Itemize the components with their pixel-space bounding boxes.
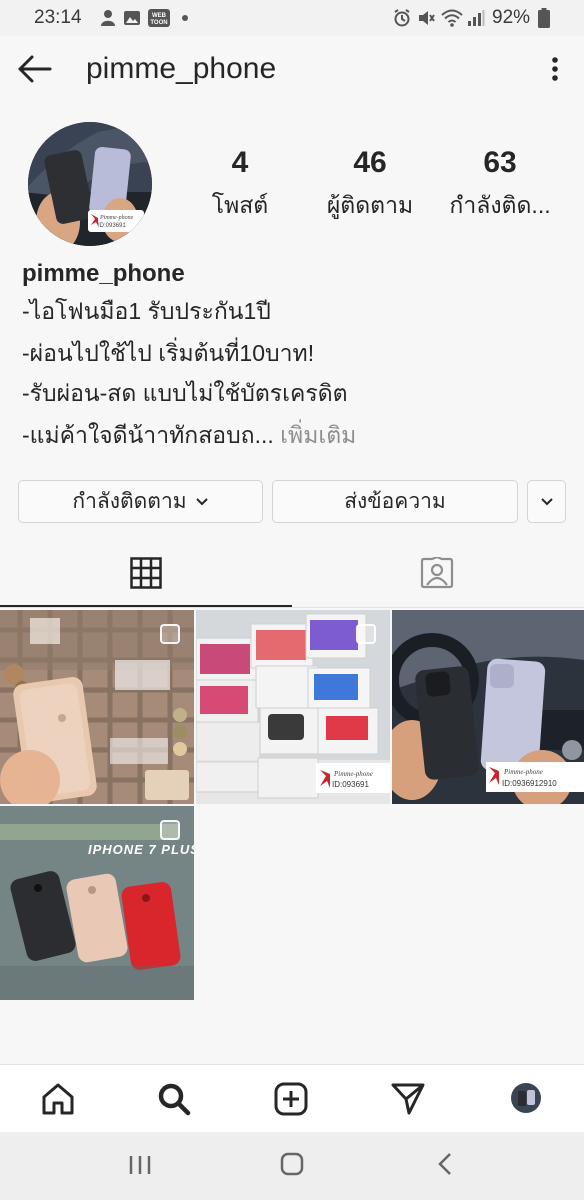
- direct-message-icon[interactable]: [390, 1081, 426, 1117]
- more-options-icon[interactable]: [548, 56, 562, 84]
- svg-text:ID:093691: ID:093691: [98, 223, 126, 229]
- tagged-person-icon: [420, 557, 454, 589]
- profile-avatar-icon[interactable]: [511, 1083, 541, 1113]
- battery-icon: [538, 8, 550, 28]
- profile-header: pimme_phone: [0, 36, 584, 104]
- multi-photo-icon: [160, 624, 180, 644]
- chevron-down-icon: [195, 497, 208, 505]
- svg-text:Pimme-phone: Pimme-phone: [333, 770, 373, 778]
- svg-text:Pimme-phone: Pimme-phone: [503, 768, 543, 776]
- svg-text:TOON: TOON: [150, 20, 167, 26]
- avatar[interactable]: Pimme-phone ID:093691: [28, 122, 152, 246]
- followers-label: ผู้ติดตาม: [326, 192, 414, 218]
- followers-count: 46: [353, 146, 387, 179]
- svg-text:WEB: WEB: [152, 13, 167, 19]
- following-button-label: กำลังติดตาม: [72, 490, 187, 513]
- message-button-label: ส่งข้อความ: [344, 490, 446, 513]
- post4-title: IPHONE 7 PLUS: [88, 842, 194, 857]
- bio-line-truncated: -แม่ค้าใจดีน้าาทักสอบถ...: [22, 422, 274, 448]
- back-arrow-icon[interactable]: [16, 54, 52, 84]
- status-bar: 23:14 WEB TOON 92%: [0, 0, 584, 36]
- search-icon[interactable]: [156, 1081, 192, 1117]
- post-thumbnail[interactable]: [0, 610, 194, 804]
- post3-watermark-id: ID:0936912910: [502, 779, 557, 788]
- dot-icon: [182, 15, 188, 21]
- new-post-icon[interactable]: [273, 1081, 309, 1117]
- post-thumbnail[interactable]: IPHONE 7 PLUS: [0, 806, 194, 1000]
- tab-tagged[interactable]: [292, 540, 584, 606]
- header-username: pimme_phone: [86, 52, 277, 85]
- home-button-icon[interactable]: [280, 1152, 304, 1176]
- signal-icon: [468, 10, 485, 26]
- person-icon: [101, 10, 115, 26]
- system-nav-bar: [0, 1132, 584, 1200]
- bio-more-link[interactable]: เพิ่มเติม: [280, 422, 356, 448]
- stat-following[interactable]: 63 กำลังติด...: [440, 146, 560, 224]
- tab-active-indicator: [0, 605, 292, 607]
- bio-line: -ไอโฟนมือ1 รับประกัน1ปี: [22, 298, 271, 324]
- stat-posts[interactable]: 4 โพสต์: [192, 146, 288, 224]
- wifi-icon: [441, 9, 463, 27]
- bio-line-last: -แม่ค้าใจดีน้าาทักสอบถ... เพิ่มเติม: [22, 418, 356, 454]
- posts-label: โพสต์: [211, 192, 269, 218]
- suggestions-button[interactable]: [527, 480, 566, 523]
- profile-tabs: [0, 540, 584, 608]
- message-button[interactable]: ส่งข้อความ: [272, 480, 518, 523]
- post2-watermark-id: ID:093691: [332, 780, 369, 789]
- alarm-icon: [394, 9, 410, 27]
- post-thumbnail[interactable]: Pimme-phone ID:0936912910: [392, 610, 584, 804]
- posts-count: 4: [231, 146, 249, 179]
- multi-photo-icon: [356, 624, 376, 644]
- tab-grid[interactable]: [0, 540, 292, 606]
- recent-apps-icon[interactable]: [128, 1154, 152, 1176]
- grid-icon: [130, 557, 162, 589]
- bio-line: -ผ่อนไปใช้ไป เริ่มต้นที่10บาท!: [22, 340, 315, 366]
- following-count: 63: [483, 146, 517, 179]
- multi-photo-icon: [160, 820, 180, 840]
- bio-name: pimme_phone: [22, 260, 185, 287]
- bottom-nav: [0, 1064, 584, 1132]
- post-image-iphone-11-car: Pimme-phone ID:0936912910: [392, 610, 584, 804]
- home-icon[interactable]: [40, 1081, 76, 1117]
- bio-line: -รับผ่อน-สด แบบไม่ใช้บัตรเครดิต: [22, 380, 348, 406]
- chevron-down-icon: [540, 497, 553, 505]
- battery-percent: 92%: [492, 7, 531, 28]
- image-icon: [124, 11, 140, 25]
- post-thumbnail[interactable]: Pimme-phone ID:093691: [196, 610, 390, 804]
- following-button[interactable]: กำลังติดตาม: [18, 480, 263, 523]
- status-time: 23:14: [34, 7, 82, 28]
- webtoon-icon: WEBTOON: [148, 9, 170, 27]
- avatar-image: Pimme-phone ID:093691: [28, 122, 152, 246]
- following-label: กำลังติด...: [449, 192, 551, 218]
- avatar-watermark-text: Pimme-phone: [99, 215, 134, 221]
- mute-icon: [419, 11, 435, 25]
- stat-followers[interactable]: 46 ผู้ติดตาม: [312, 146, 428, 224]
- back-button-icon[interactable]: [436, 1152, 454, 1176]
